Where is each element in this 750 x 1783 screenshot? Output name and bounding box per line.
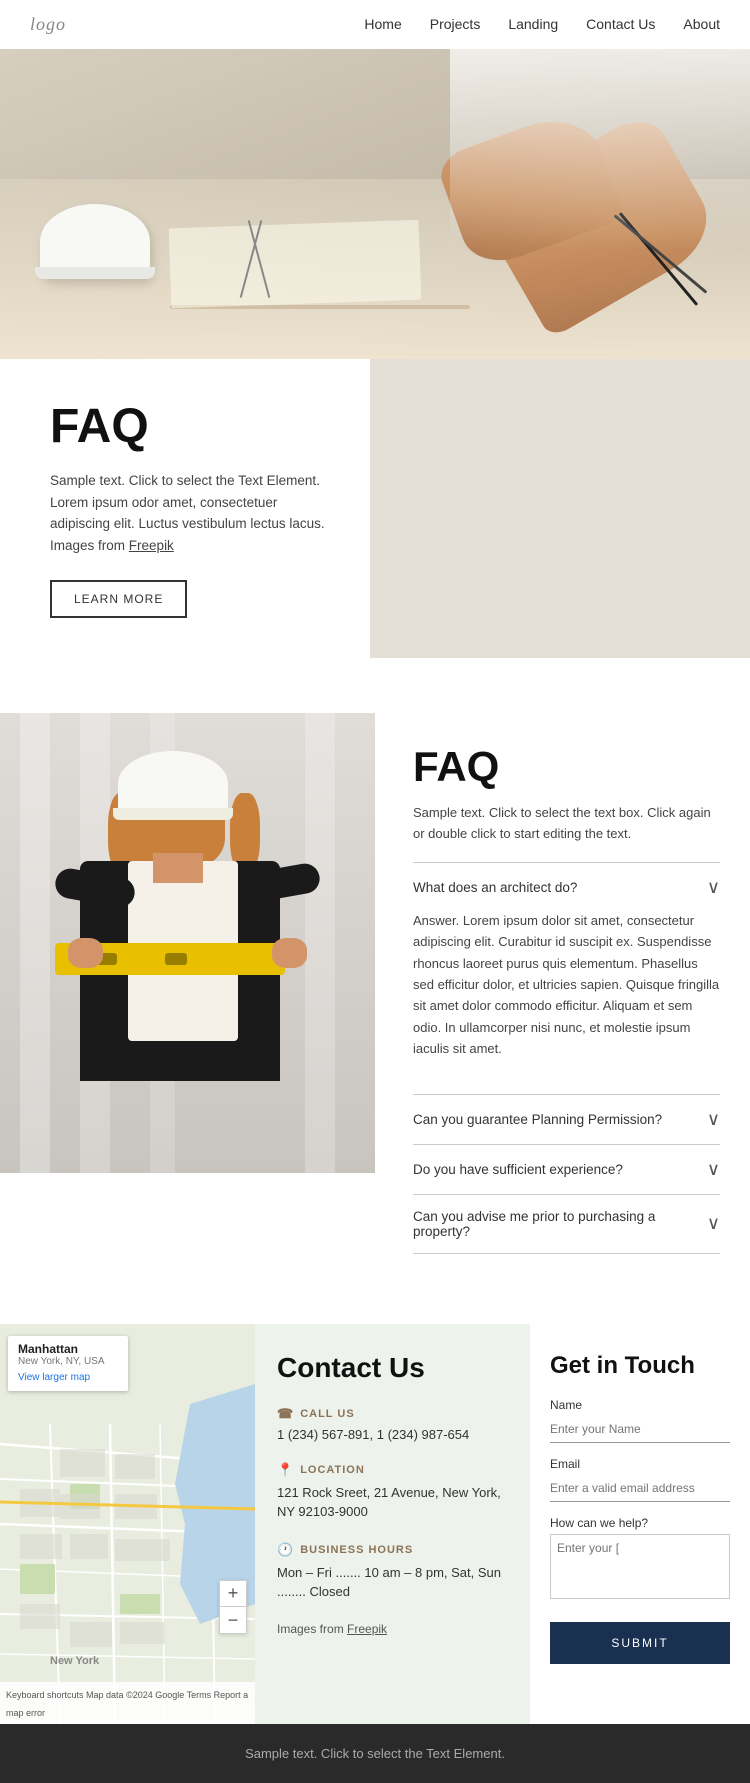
- message-label: How can we help?: [550, 1516, 730, 1530]
- clock-icon: 🕐: [277, 1542, 294, 1558]
- faq-question-text-4: Can you advise me prior to purchasing a …: [413, 1209, 707, 1239]
- map-container: New York Manhattan New York, NY, USA Vie…: [0, 1324, 255, 1724]
- view-larger-map-link[interactable]: View larger map: [18, 1372, 90, 1383]
- faq-question-3[interactable]: Do you have sufficient experience? ∨: [413, 1159, 720, 1180]
- faq-card-description: Sample text. Click to select the Text El…: [50, 470, 330, 556]
- faq-section-intro: Sample text. Click to select the text bo…: [413, 803, 720, 843]
- contact-location-block: 📍 LOCATION 121 Rock Sreet, 21 Avenue, Ne…: [277, 1462, 508, 1522]
- contact-info: Contact Us ☎ CALL US 1 (234) 567-891, 1 …: [255, 1324, 530, 1724]
- map-location-label: Manhattan New York, NY, USA View larger …: [8, 1336, 128, 1391]
- contact-location-title: 📍 LOCATION: [277, 1462, 508, 1478]
- map-footer: Keyboard shortcuts Map data ©2024 Google…: [0, 1682, 255, 1724]
- faq-section-title: FAQ: [413, 743, 720, 791]
- map-zoom-controls: + −: [219, 1580, 247, 1634]
- faq-card-right-bg: [370, 359, 750, 658]
- footer: Sample text. Click to select the Text El…: [0, 1724, 750, 1783]
- contact-call-title: ☎ CALL US: [277, 1406, 508, 1422]
- message-textarea[interactable]: [550, 1534, 730, 1599]
- map-zoom-out-button[interactable]: −: [220, 1607, 246, 1633]
- hero-image: [0, 49, 750, 359]
- map-footer-text: Keyboard shortcuts Map data ©2024 Google…: [6, 1690, 248, 1718]
- faq-question-2[interactable]: Can you guarantee Planning Permission? ∨: [413, 1109, 720, 1130]
- nav-landing[interactable]: Landing: [508, 16, 558, 32]
- chevron-down-icon-3: ∨: [707, 1159, 720, 1180]
- nav-home[interactable]: Home: [364, 16, 401, 32]
- faq-question-4[interactable]: Can you advise me prior to purchasing a …: [413, 1209, 720, 1239]
- name-form-group: Name: [550, 1398, 730, 1443]
- faq-image-section: FAQ Sample text. Click to select the tex…: [0, 713, 750, 1323]
- contact-hours-block: 🕐 BUSINESS HOURS Mon – Fri ....... 10 am…: [277, 1542, 508, 1602]
- nav-links: Home Projects Landing Contact Us About: [364, 16, 720, 34]
- chevron-down-icon-1: ∨: [707, 877, 720, 898]
- map-city-state: New York, NY, USA: [18, 1356, 118, 1367]
- learn-more-button[interactable]: LEARN MORE: [50, 580, 187, 618]
- contact-section: New York Manhattan New York, NY, USA Vie…: [0, 1324, 750, 1724]
- map-zoom-in-button[interactable]: +: [220, 1581, 246, 1607]
- faq-section-image: [0, 713, 375, 1173]
- footer-text: Sample text. Click to select the Text El…: [245, 1746, 505, 1761]
- faq-answer-1: Answer. Lorem ipsum dolor sit amet, cons…: [413, 910, 720, 1060]
- submit-button[interactable]: SUBMIT: [550, 1622, 730, 1664]
- logo: logo: [30, 14, 66, 35]
- faq-card-white: FAQ Sample text. Click to select the Tex…: [0, 359, 370, 658]
- faq-card-title: FAQ: [50, 399, 330, 454]
- faq-item-1[interactable]: What does an architect do? ∨ Answer. Lor…: [413, 862, 720, 1074]
- phone-icon: ☎: [277, 1406, 294, 1422]
- email-input[interactable]: [550, 1475, 730, 1502]
- name-input[interactable]: [550, 1416, 730, 1443]
- email-form-group: Email: [550, 1457, 730, 1502]
- chevron-down-icon-4: ∨: [707, 1213, 720, 1234]
- nav-about[interactable]: About: [683, 16, 720, 32]
- chevron-down-icon-2: ∨: [707, 1109, 720, 1130]
- faq-question-text-1: What does an architect do?: [413, 880, 577, 895]
- contact-freepik-link[interactable]: Freepik: [347, 1622, 387, 1636]
- contact-title: Contact Us: [277, 1352, 508, 1384]
- contact-hours-text: Mon – Fri ....... 10 am – 8 pm, Sat, Sun…: [277, 1563, 508, 1602]
- email-label: Email: [550, 1457, 730, 1471]
- map-city-name: Manhattan: [18, 1342, 118, 1356]
- nav-contact-us[interactable]: Contact Us: [586, 16, 655, 32]
- faq-item-2[interactable]: Can you guarantee Planning Permission? ∨: [413, 1094, 720, 1144]
- faq-question-text-3: Do you have sufficient experience?: [413, 1162, 623, 1177]
- get-in-touch-panel: Get in Touch Name Email How can we help?…: [530, 1324, 750, 1724]
- contact-call-block: ☎ CALL US 1 (234) 567-891, 1 (234) 987-6…: [277, 1406, 508, 1442]
- message-form-group: How can we help?: [550, 1516, 730, 1604]
- navbar: logo Home Projects Landing Contact Us Ab…: [0, 0, 750, 49]
- faq-card-section: FAQ Sample text. Click to select the Tex…: [0, 359, 750, 658]
- location-icon: 📍: [277, 1462, 294, 1478]
- faq-content: FAQ Sample text. Click to select the tex…: [375, 713, 750, 1283]
- contact-hours-title: 🕐 BUSINESS HOURS: [277, 1542, 508, 1558]
- contact-images-note: Images from Freepik: [277, 1622, 508, 1636]
- nav-projects[interactable]: Projects: [430, 16, 481, 32]
- faq-question-1[interactable]: What does an architect do? ∨: [413, 877, 720, 898]
- faq-item-3[interactable]: Do you have sufficient experience? ∨: [413, 1144, 720, 1194]
- faq-question-text-2: Can you guarantee Planning Permission?: [413, 1112, 662, 1127]
- name-label: Name: [550, 1398, 730, 1412]
- get-in-touch-title: Get in Touch: [550, 1352, 730, 1380]
- svg-text:New York: New York: [50, 1655, 100, 1667]
- faq-item-4[interactable]: Can you advise me prior to purchasing a …: [413, 1194, 720, 1254]
- contact-call-number: 1 (234) 567-891, 1 (234) 987-654: [277, 1427, 508, 1442]
- contact-address: 121 Rock Sreet, 21 Avenue, New York, NY …: [277, 1483, 508, 1522]
- faq-card-freepik-link[interactable]: Freepik: [129, 538, 174, 553]
